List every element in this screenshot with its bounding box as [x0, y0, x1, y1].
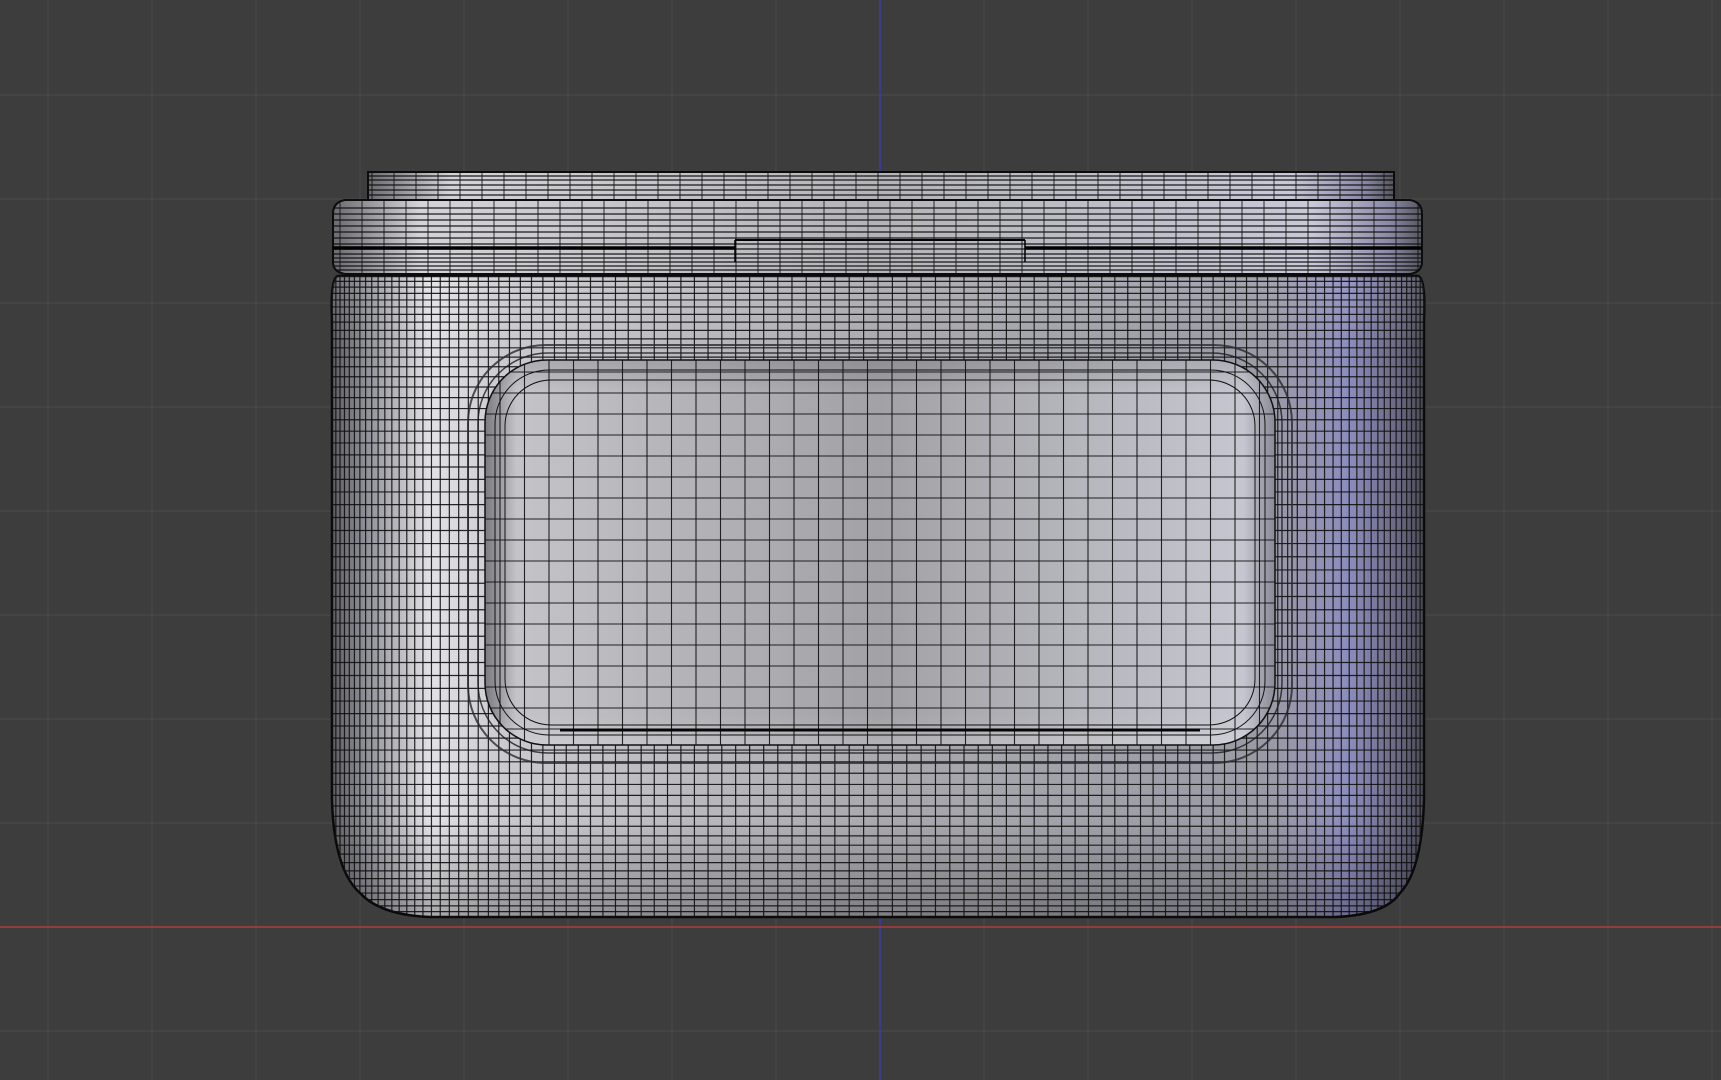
lid-band[interactable] — [332, 199, 1423, 275]
front-recessed-panel[interactable] — [467, 344, 1293, 764]
viewport-canvas[interactable] — [0, 0, 1721, 1080]
lid-top-rim[interactable] — [367, 171, 1395, 201]
jar-mesh[interactable] — [330, 171, 1426, 919]
3d-viewport[interactable] — [0, 0, 1721, 1080]
